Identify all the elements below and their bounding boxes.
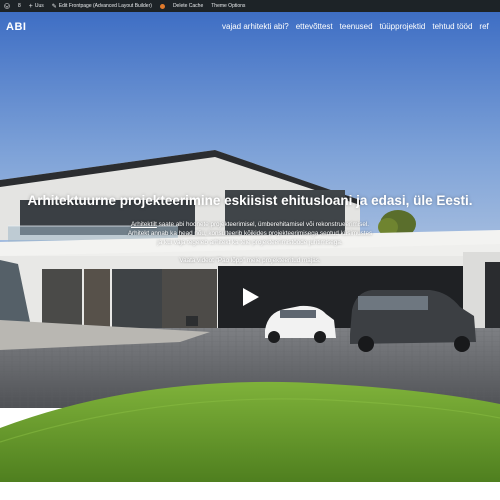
nav-item-references[interactable]: ref: [479, 22, 488, 31]
nav-item-type-projects[interactable]: tüüpprojektid: [380, 22, 426, 31]
admin-bar: 8 + Uus ✎ Edit Frontpage (Advanced Layou…: [0, 0, 500, 12]
theme-options-link[interactable]: Theme Options: [207, 0, 249, 12]
delete-cache-link[interactable]: Delete Cache: [169, 0, 207, 12]
hero-description-line-2: Arhitekt annab ka head nõu, konsulteerib…: [127, 230, 373, 238]
status-dot-icon: [159, 3, 165, 9]
new-content-menu[interactable]: + Uus: [25, 0, 48, 12]
pencil-icon: ✎: [51, 3, 57, 10]
nav-item-services[interactable]: teenused: [340, 22, 373, 31]
comments-count[interactable]: 8: [14, 0, 25, 12]
nav-item-architect-help[interactable]: vajad arhitekti abi?: [222, 22, 289, 31]
hero-title: Arhitektuurne projekteerimine eskiisist …: [27, 193, 473, 208]
plus-icon: +: [28, 2, 33, 10]
delete-cache-label: Delete Cache: [172, 3, 204, 9]
site-header: ABI vajad arhitekti abi? ettevõttest tee…: [0, 12, 500, 42]
wordpress-icon: [4, 3, 10, 9]
architect-link[interactable]: Arhitektilt: [131, 221, 157, 228]
comments-count-label: 8: [18, 3, 21, 9]
hero-description-line-1: Arhitektilt saate abi hoonete projekteer…: [60, 220, 440, 229]
main-navigation: vajad arhitekti abi? ettevõttest teenuse…: [222, 22, 489, 31]
new-content-label: Uus: [34, 3, 44, 9]
hero-description: Arhitektilt saate abi hoonete projekteer…: [60, 220, 440, 247]
page-bottom-strip: [0, 482, 500, 500]
wp-logo-menu[interactable]: [0, 0, 14, 12]
video-note: Vaata videot "Pao lõpp" meie projekteeri…: [179, 257, 321, 264]
site-logo[interactable]: ABI: [6, 21, 26, 33]
theme-options-label: Theme Options: [211, 3, 246, 9]
hero-description-line-3: ja kui vaja tegeleb arhitekt ka teie pro…: [157, 239, 343, 247]
edit-page-link[interactable]: ✎ Edit Frontpage (Advanced Layout Builde…: [48, 0, 156, 12]
wp-optimize-menu[interactable]: [156, 0, 169, 12]
nav-item-completed-works[interactable]: tehtud tööd: [432, 22, 472, 31]
edit-page-label: Edit Frontpage (Advanced Layout Builder): [58, 3, 152, 9]
play-icon[interactable]: [240, 287, 260, 307]
nav-item-company[interactable]: ettevõttest: [296, 22, 333, 31]
hero-description-line-1-text: saate abi hoonete projekteerimisel, ümbe…: [156, 221, 369, 228]
